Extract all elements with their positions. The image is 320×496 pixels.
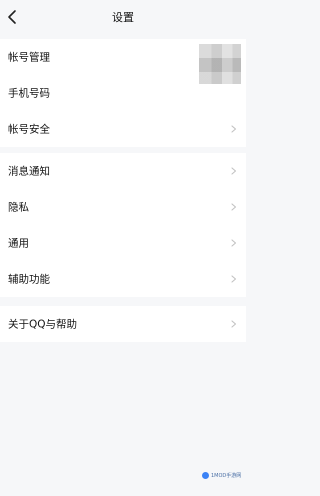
top-bar: 设置 bbox=[0, 0, 246, 34]
watermark: 1MOD手游网 bbox=[202, 469, 246, 481]
accessibility-row[interactable]: 辅助功能 bbox=[0, 261, 246, 297]
chevron-right-icon bbox=[231, 125, 237, 133]
notifications-label: 消息通知 bbox=[8, 165, 50, 178]
account-group: 帐号管理 手机号码 帐号安全 bbox=[0, 39, 246, 147]
chevron-right-icon bbox=[231, 239, 237, 247]
chevron-right-icon bbox=[231, 320, 237, 328]
watermark-text: 1MOD手游网 bbox=[211, 472, 242, 479]
watermark-logo-icon bbox=[202, 471, 209, 479]
chevron-right-icon bbox=[231, 167, 237, 175]
accessibility-label: 辅助功能 bbox=[8, 273, 50, 286]
privacy-row[interactable]: 隐私 bbox=[0, 189, 246, 225]
about-help-row[interactable]: 关于QQ与帮助 bbox=[0, 306, 246, 342]
chevron-right-icon bbox=[231, 275, 237, 283]
about-group: 关于QQ与帮助 bbox=[0, 306, 246, 342]
general-row[interactable]: 通用 bbox=[0, 225, 246, 261]
notifications-row[interactable]: 消息通知 bbox=[0, 153, 246, 189]
account-management-label: 帐号管理 bbox=[8, 51, 50, 64]
page-title: 设置 bbox=[112, 11, 134, 24]
about-help-label: 关于QQ与帮助 bbox=[8, 318, 78, 331]
account-security-label: 帐号安全 bbox=[8, 123, 50, 136]
chevron-right-icon bbox=[231, 203, 237, 211]
phone-number-row[interactable]: 手机号码 bbox=[0, 75, 246, 111]
general-label: 通用 bbox=[8, 237, 29, 250]
account-management-row[interactable]: 帐号管理 bbox=[0, 39, 246, 84]
account-security-row[interactable]: 帐号安全 bbox=[0, 111, 246, 147]
phone-number-label: 手机号码 bbox=[8, 87, 50, 100]
general-group: 消息通知 隐私 通用 辅助功能 bbox=[0, 153, 246, 297]
privacy-label: 隐私 bbox=[8, 201, 29, 214]
